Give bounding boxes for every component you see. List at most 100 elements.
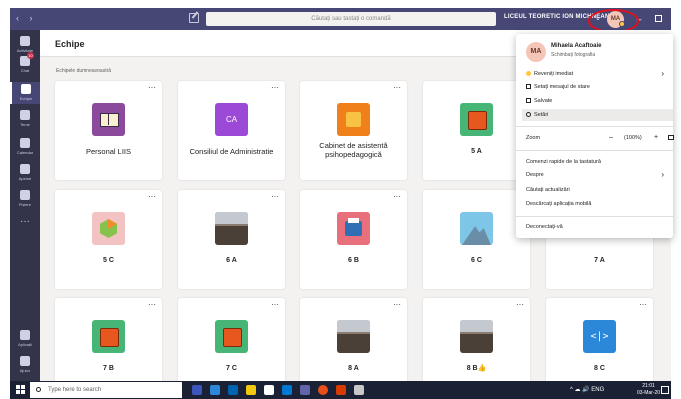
windows-taskbar: Type here to search ^ ☁ 🔊 ENG 21:01 03-M… [10, 381, 671, 399]
close-button[interactable]: ✕ [667, 12, 681, 26]
team-card[interactable]: ··· 7 B [55, 298, 162, 381]
team-name: 8 A [348, 365, 359, 372]
back-forward-icon[interactable]: ‹ › [16, 13, 37, 23]
windows-start-icon[interactable] [16, 385, 26, 395]
divider [516, 216, 673, 217]
paint-icon[interactable] [354, 385, 364, 395]
profile-menu: MA Mihaela Acaftoaie Schimbați fotografi… [516, 34, 674, 238]
settings-menu-item[interactable]: Setări [522, 109, 673, 121]
team-card[interactable]: ··· 6 A [178, 190, 285, 289]
rail-item-label: Apeluri [18, 176, 32, 181]
more-options-icon[interactable]: ··· [148, 192, 156, 201]
team-card[interactable]: ··· Personal LIIS [55, 81, 162, 180]
page-title: Echipe [55, 39, 85, 49]
team-tile-photo-icon [337, 320, 370, 353]
team-tile-ca-icon: CA [215, 103, 248, 136]
file-explorer-icon[interactable] [246, 385, 256, 395]
taskbar-search-placeholder: Type here to search [48, 387, 102, 393]
clock-time: 21:01 [642, 383, 655, 389]
more-options-icon[interactable]: ··· [639, 300, 647, 309]
store-icon[interactable] [228, 385, 238, 395]
more-options-icon[interactable]: ··· [271, 192, 279, 201]
team-tile-photo-icon [215, 212, 248, 245]
zoom-in-button[interactable]: + [654, 132, 658, 144]
team-card[interactable]: ··· 6 B [300, 190, 407, 289]
rail-item-bell[interactable]: Activitate [10, 34, 40, 56]
rail-item-help[interactable]: Ajutor [10, 356, 40, 373]
download-mobile-menu-item[interactable]: Descărcați aplicația mobilă [526, 198, 673, 210]
section-label: Echipele dumneavoastră [56, 68, 112, 74]
assignments-icon [20, 110, 30, 120]
clock[interactable]: 21:01 03-Mar-20 [637, 383, 660, 397]
maximize-icon [654, 15, 662, 22]
outlook-icon[interactable] [282, 385, 292, 395]
task-view-icon[interactable] [192, 385, 202, 395]
maximize-button[interactable] [651, 12, 665, 26]
rail-item-assignments[interactable]: Teme [10, 108, 40, 130]
taskbar-search-input[interactable]: Type here to search [30, 382, 182, 398]
team-card[interactable]: ··· <|> 8 C [546, 298, 653, 381]
more-options-icon[interactable]: ··· [393, 300, 401, 309]
team-card[interactable]: ···6 C [423, 190, 530, 289]
rail-item-label: Teme [20, 122, 30, 127]
more-options-icon[interactable]: ··· [148, 83, 156, 92]
more-options-icon[interactable]: ··· [516, 300, 524, 309]
system-tray[interactable]: ^ ☁ 🔊 ENG [570, 386, 604, 393]
team-tile-mountain-icon [460, 212, 493, 245]
zoom-out-button[interactable]: – [609, 132, 613, 144]
avatar[interactable]: MA [526, 42, 546, 62]
team-name: 5 C [103, 257, 114, 264]
check-updates-menu-item[interactable]: Căutați actualizări [526, 184, 673, 196]
team-card[interactable]: ··· 5 C [55, 190, 162, 289]
team-tile-orange-icon [92, 320, 125, 353]
rail-item-calendar[interactable]: Calendar [10, 136, 40, 158]
fit-screen-icon[interactable] [668, 135, 674, 140]
profile-name: Mihaela Acaftoaie [551, 43, 602, 49]
team-name: Consiliul de Administratie [189, 147, 274, 156]
bookmark-icon [526, 98, 531, 104]
phone-icon [20, 164, 30, 174]
more-options-icon[interactable]: ··· [393, 83, 401, 92]
team-card[interactable]: ··· 8 B👍 [423, 298, 530, 381]
saved-menu-item[interactable]: Salvate [526, 95, 673, 107]
team-card[interactable]: ···5 A [423, 81, 530, 180]
rail-item-apps[interactable]: Aplicații [10, 330, 40, 347]
status-message-menu-item[interactable]: Setați mesajul de stare [526, 81, 673, 93]
zoom-row: Zoom – (100%) + [526, 132, 674, 144]
edge-icon[interactable] [210, 385, 220, 395]
team-card[interactable]: ··· 7 C [178, 298, 285, 381]
rail-item-label: Calendar [16, 150, 34, 155]
chat-badge: 10 [27, 52, 34, 59]
mail-icon[interactable] [264, 385, 274, 395]
teams-taskbar-icon[interactable] [300, 385, 310, 395]
search-input[interactable]: Căutați sau tastați o comandă [206, 12, 496, 26]
more-options-icon[interactable]: ··· [271, 83, 279, 92]
keyboard-shortcuts-menu-item[interactable]: Comenzi rapide de la tastatură [526, 156, 673, 168]
title-bar: ‹ › Căutați sau tastați o comandă LICEUL… [10, 8, 678, 30]
more-options-icon[interactable]: ··· [393, 192, 401, 201]
team-card[interactable]: ··· 8 A [300, 298, 407, 381]
team-name: Personal LIIS [85, 147, 132, 156]
rail-item-label: Ajutor [19, 368, 31, 373]
more-options-icon[interactable]: ··· [148, 300, 156, 309]
sign-out-menu-item[interactable]: Deconectați-vă [526, 221, 673, 233]
compose-icon[interactable] [189, 13, 199, 23]
rail-item-teams[interactable]: Echipe [10, 82, 40, 104]
status-menu-item[interactable]: Reveniți imediat › [526, 68, 673, 80]
powerpoint-icon[interactable] [336, 385, 346, 395]
team-card[interactable]: ··· Cabinet de asistentă psihopedagogică [300, 81, 407, 180]
rail-item-files[interactable]: Fișiere [10, 188, 40, 210]
change-photo-link[interactable]: Schimbați fotografia [551, 52, 595, 58]
notification-icon[interactable] [661, 386, 669, 394]
team-name: 6 B [348, 257, 359, 264]
more-apps-icon[interactable]: ··· [10, 216, 40, 227]
rail-item-phone[interactable]: Apeluri [10, 162, 40, 184]
more-options-icon[interactable]: ··· [271, 300, 279, 309]
chrome-icon[interactable] [318, 385, 328, 395]
team-name: 6 A [226, 257, 237, 264]
rail-item-chat[interactable]: 10 Chat [10, 52, 40, 76]
team-card[interactable]: ··· CA Consiliul de Administratie [178, 81, 285, 180]
about-menu-item[interactable]: Despre › [526, 169, 673, 181]
search-icon [36, 387, 41, 392]
away-status-icon [526, 71, 531, 77]
